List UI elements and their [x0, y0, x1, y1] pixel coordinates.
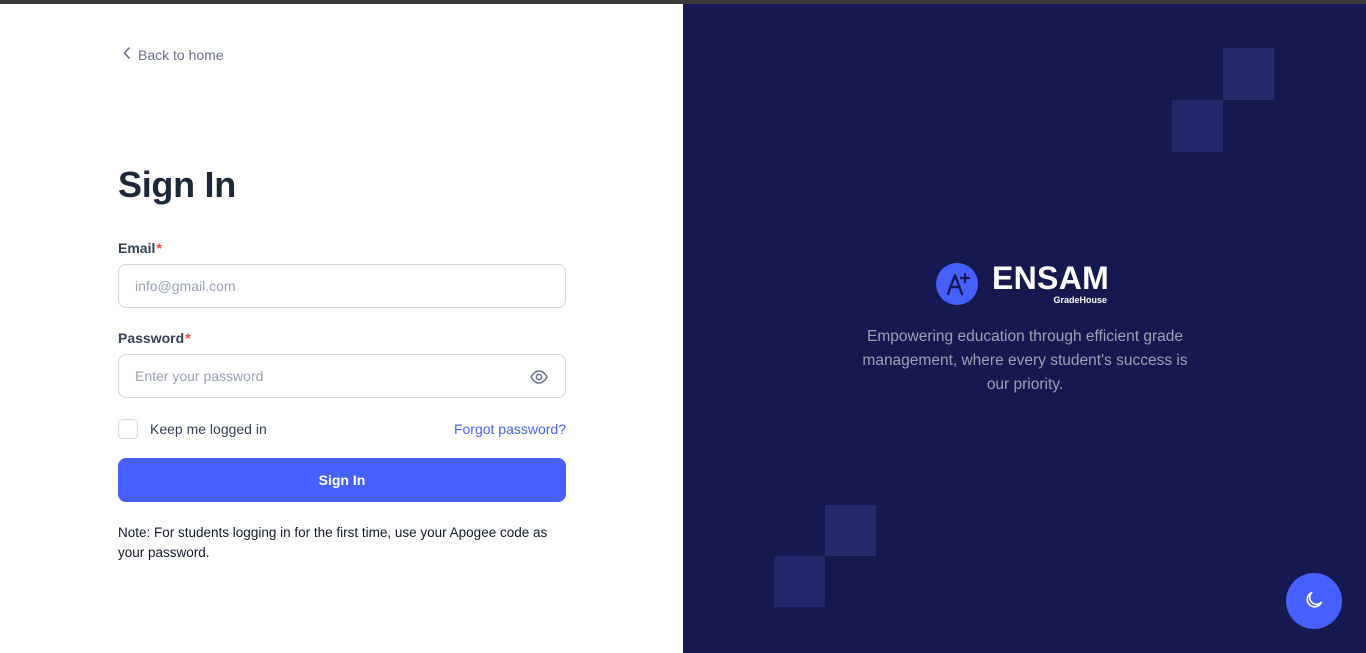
keep-logged-in[interactable]: Keep me logged in: [118, 419, 267, 439]
grid-pattern-top: [916, 4, 1366, 254]
keep-logged-in-checkbox[interactable]: [118, 419, 138, 439]
email-label-text: Email: [118, 240, 156, 256]
sign-in-button[interactable]: Sign In: [118, 458, 566, 502]
brand-tagline: Empowering education through efficient g…: [862, 328, 1188, 393]
password-label-text: Password: [118, 330, 185, 346]
brand-subname: GradeHouse: [1053, 295, 1108, 305]
back-to-home-link[interactable]: Back to home: [122, 46, 224, 63]
forgot-password-link[interactable]: Forgot password?: [454, 421, 566, 437]
chevron-left-icon: [122, 46, 132, 63]
password-label: Password*: [118, 330, 191, 346]
sign-in-panel: Back to home Sign In Email* Password* Ke…: [0, 4, 683, 653]
email-field-wrapper: [118, 264, 566, 308]
brand-logo: ENSAM GradeHouse: [936, 262, 1109, 305]
required-mark: *: [156, 240, 162, 256]
moon-icon: [1303, 589, 1325, 614]
brand-panel: ENSAM GradeHouse Empowering education th…: [683, 4, 1366, 653]
back-to-home-label: Back to home: [138, 46, 224, 63]
grid-pattern-bottom: [683, 399, 1133, 653]
theme-toggle-button[interactable]: [1286, 573, 1342, 629]
password-field-wrapper: [118, 354, 566, 398]
a-plus-icon: [936, 262, 978, 305]
eye-icon[interactable]: [529, 367, 549, 387]
email-label: Email*: [118, 240, 162, 256]
page-title: Sign In: [118, 164, 236, 205]
email-field[interactable]: [119, 265, 565, 307]
options-row: Keep me logged in Forgot password?: [118, 418, 566, 440]
password-field[interactable]: [119, 355, 565, 397]
keep-logged-in-label: Keep me logged in: [150, 421, 267, 437]
first-login-note: Note: For students logging in for the fi…: [118, 525, 548, 560]
required-mark: *: [185, 330, 191, 346]
brand-name: ENSAM: [992, 260, 1110, 296]
